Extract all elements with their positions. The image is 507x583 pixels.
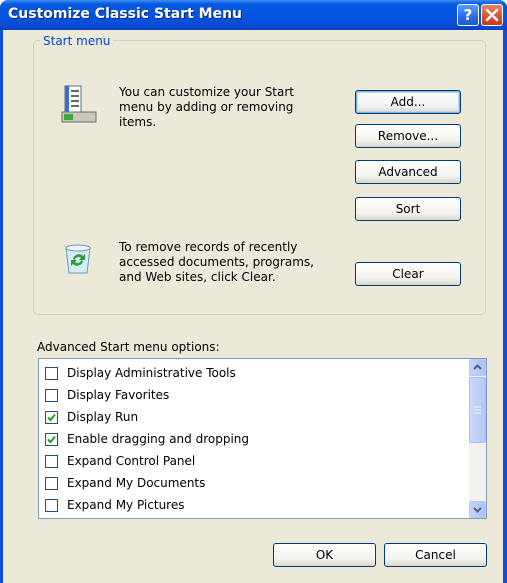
close-button[interactable] xyxy=(481,4,503,26)
advanced-button[interactable]: Advanced xyxy=(355,160,461,184)
list-item[interactable]: Enable dragging and dropping xyxy=(45,428,249,450)
vertical-scrollbar[interactable] xyxy=(469,359,486,518)
start-menu-icon xyxy=(61,85,97,125)
list-item[interactable]: Expand My Documents xyxy=(45,472,205,494)
chevron-down-icon xyxy=(473,507,482,513)
list-item[interactable]: Display Run xyxy=(45,406,138,428)
dialog-window: Customize Classic Start Menu ? Start men… xyxy=(0,0,507,583)
checkbox[interactable] xyxy=(45,476,58,490)
remove-button[interactable]: Remove... xyxy=(355,124,461,148)
checkbox[interactable] xyxy=(45,454,58,468)
customize-description: You can customize your Start menu by add… xyxy=(119,85,295,129)
scroll-thumb[interactable] xyxy=(469,377,486,443)
help-icon: ? xyxy=(463,6,473,24)
close-icon xyxy=(485,8,499,22)
checkbox[interactable] xyxy=(45,498,58,512)
clear-description: To remove records of recently accessed d… xyxy=(119,240,314,284)
clear-button[interactable]: Clear xyxy=(355,262,461,286)
window-title: Customize Classic Start Menu xyxy=(8,6,243,22)
scroll-down-button[interactable] xyxy=(469,501,486,518)
start-menu-group-label: Start menu xyxy=(40,34,114,48)
checkmark-icon xyxy=(47,435,56,443)
checkbox[interactable] xyxy=(45,410,58,424)
list-item[interactable]: Display Administrative Tools xyxy=(45,362,236,384)
list-item[interactable]: Expand My Pictures xyxy=(45,494,184,516)
checkbox[interactable] xyxy=(45,388,58,402)
checkmark-icon xyxy=(47,413,56,421)
recycle-bin-icon xyxy=(61,242,95,276)
list-item[interactable]: Display Favorites xyxy=(45,384,169,406)
checkbox[interactable] xyxy=(45,432,58,446)
add-button[interactable]: Add... xyxy=(355,90,461,114)
advanced-options-label: Advanced Start menu options: xyxy=(37,340,220,354)
chevron-up-icon xyxy=(473,364,482,370)
checkbox[interactable] xyxy=(45,366,58,380)
title-bar[interactable]: Customize Classic Start Menu ? xyxy=(0,0,507,30)
list-item[interactable]: Expand Control Panel xyxy=(45,450,195,472)
ok-button[interactable]: OK xyxy=(273,543,376,567)
scroll-up-button[interactable] xyxy=(469,359,486,376)
sort-button[interactable]: Sort xyxy=(355,197,461,221)
advanced-options-list[interactable]: Display Administrative Tools Display Fav… xyxy=(38,358,487,519)
cancel-button[interactable]: Cancel xyxy=(384,543,487,567)
help-button[interactable]: ? xyxy=(457,4,479,26)
